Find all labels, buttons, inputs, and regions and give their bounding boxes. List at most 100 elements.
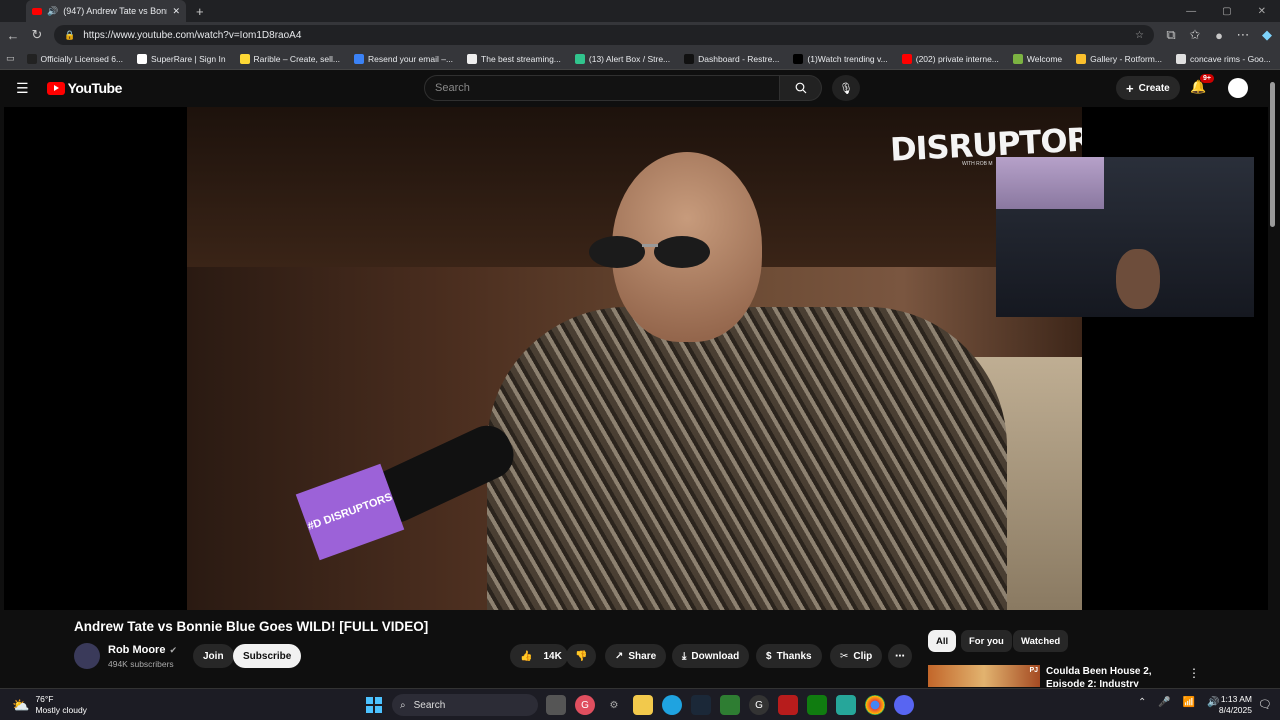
browser-tab[interactable]: 🔊 (947) Andrew Tate vs Bonnie ✕ xyxy=(26,0,186,22)
favorites-icon[interactable]: ✩ xyxy=(1188,27,1202,43)
tray-chevron-icon[interactable]: ⌃ xyxy=(1138,697,1146,708)
youtube-header: ☰ YouTube Search 🎙 + Create 🔔 9+ xyxy=(0,70,1280,106)
gamepass-icon[interactable] xyxy=(807,695,827,715)
chrome-icon[interactable] xyxy=(865,695,885,715)
download-button[interactable]: ⤓ Download xyxy=(672,644,750,668)
recommendation-thumbnail[interactable]: PJ xyxy=(928,665,1040,687)
channel-avatar[interactable] xyxy=(74,643,100,669)
speaker-icon[interactable]: 🔊 xyxy=(47,6,58,17)
subscribe-button[interactable]: Subscribe xyxy=(233,644,302,668)
youtube-logo[interactable]: YouTube xyxy=(46,80,122,96)
bookmark-item[interactable]: Dashboard - Restre... xyxy=(684,53,779,64)
refresh-icon[interactable]: ↻ xyxy=(30,27,44,43)
edge-icon[interactable] xyxy=(662,695,682,715)
recommendation-title[interactable]: Coulda Been House 2, Episode 2: Industry xyxy=(1046,665,1181,687)
taskbar-search[interactable]: ⌕ Search xyxy=(392,694,538,716)
chip-for-you[interactable]: For you xyxy=(961,630,1012,652)
video-frame: #D DISRUPTORS DISRUPTORS WITH ROB M xyxy=(187,107,1082,610)
wifi-icon[interactable]: 📶 xyxy=(1183,697,1195,708)
xbox-app-icon[interactable] xyxy=(720,695,740,715)
thumbs-up-icon: 👍 xyxy=(520,650,533,662)
notification-center-icon[interactable]: 🗨 xyxy=(1258,698,1272,711)
close-window-icon[interactable]: ✕ xyxy=(1258,6,1266,17)
system-tray: ⌃ 🎤 📶 🔊 xyxy=(1138,697,1220,708)
bookmark-item[interactable]: Resend your email –... xyxy=(354,53,453,64)
bookmark-favicon-icon xyxy=(901,53,912,64)
bookmarks-bar: ▭ Officially Licensed 6... SuperRare | Si… xyxy=(0,48,1280,70)
tray-mic-icon[interactable]: 🎤 xyxy=(1158,697,1170,708)
video-player[interactable]: #D DISRUPTORS DISRUPTORS WITH ROB M xyxy=(4,107,1268,610)
copilot-icon[interactable]: ◆ xyxy=(1260,27,1274,43)
create-button[interactable]: + Create xyxy=(1116,76,1180,100)
scrollbar-thumb[interactable] xyxy=(1270,82,1275,227)
bookmark-item[interactable]: Welcome xyxy=(1012,53,1062,64)
cloud-icon: ⛅ xyxy=(12,696,30,713)
app-g2-icon[interactable]: G xyxy=(749,695,769,715)
chip-all[interactable]: All xyxy=(928,630,957,652)
create-label: Create xyxy=(1138,82,1170,94)
page-scrollbar[interactable] xyxy=(1269,70,1277,685)
chip-watched[interactable]: Watched xyxy=(1013,630,1069,652)
address-bar-row: ← ↻ 🔒 https://www.youtube.com/watch?v=Io… xyxy=(0,22,1280,48)
taskbar-apps: G ⚙ G xyxy=(546,695,914,715)
tab-title: (947) Andrew Tate vs Bonnie xyxy=(63,6,168,16)
profile-icon[interactable]: ● xyxy=(1212,28,1226,43)
address-bar[interactable]: 🔒 https://www.youtube.com/watch?v=Iom1D8… xyxy=(54,25,1154,45)
task-view-icon[interactable] xyxy=(546,695,566,715)
media-app-icon[interactable] xyxy=(836,695,856,715)
bookmark-item[interactable]: The best streaming... xyxy=(467,53,561,64)
youtube-favicon-icon xyxy=(32,7,42,15)
extensions-icon[interactable]: ⧉ xyxy=(1164,27,1178,43)
bookmark-item[interactable]: Gallery - Rotform... xyxy=(1076,53,1162,64)
system-clock[interactable]: 1:13 AM 8/4/2025 xyxy=(1212,694,1252,716)
settings-icon[interactable]: ⚙ xyxy=(604,695,624,715)
verified-icon: ✔ xyxy=(169,644,177,655)
channel-name-text: Rob Moore xyxy=(108,644,166,656)
weather-condition: Mostly cloudy xyxy=(35,705,87,715)
channel-name[interactable]: Rob Moore ✔ xyxy=(108,644,177,656)
bookmark-favicon-icon xyxy=(684,53,695,64)
user-avatar[interactable] xyxy=(1228,78,1248,98)
bookmark-favicon-icon xyxy=(1175,53,1186,64)
weather-widget[interactable]: ⛅ 76°F Mostly cloudy xyxy=(12,694,87,716)
discord-icon[interactable] xyxy=(894,695,914,715)
close-tab-icon[interactable]: ✕ xyxy=(172,6,180,17)
news-app-icon[interactable] xyxy=(778,695,798,715)
recommendation-menu-icon[interactable]: ⋮ xyxy=(1188,666,1200,680)
bookmark-item[interactable]: (1)Watch trending v... xyxy=(793,53,888,64)
bookmark-label: The best streaming... xyxy=(481,53,561,64)
share-button[interactable]: ↗ Share xyxy=(605,644,667,668)
back-icon[interactable]: ← xyxy=(6,28,20,43)
join-button[interactable]: Join xyxy=(193,644,234,668)
thanks-button[interactable]: $ Thanks xyxy=(756,644,822,668)
new-tab-icon[interactable]: + xyxy=(196,4,204,19)
steam-icon[interactable] xyxy=(691,695,711,715)
clock-time: 1:13 AM xyxy=(1220,694,1252,704)
thanks-icon: $ xyxy=(766,650,772,662)
bookmark-item[interactable]: concave rims - Goo... xyxy=(1175,53,1271,64)
bookmark-item[interactable]: Rarible – Create, sell... xyxy=(239,53,340,64)
more-menu-icon[interactable]: ⋯ xyxy=(1236,27,1250,43)
bookmark-item[interactable]: Officially Licensed 6... xyxy=(26,53,123,64)
dislike-button[interactable]: 👎 xyxy=(566,644,597,668)
webcam-person xyxy=(1116,249,1160,309)
search-input[interactable]: Search xyxy=(424,75,781,101)
star-icon[interactable]: ☆ xyxy=(1135,30,1144,41)
search-button[interactable] xyxy=(780,75,822,101)
app-g-icon[interactable]: G xyxy=(575,695,595,715)
bookmark-item[interactable]: SuperRare | Sign In xyxy=(137,53,226,64)
bookmark-item[interactable]: (202) private interne... xyxy=(901,53,999,64)
like-button[interactable]: 👍 14K xyxy=(510,644,568,668)
bookmark-item[interactable]: (13) Alert Box / Stre... xyxy=(574,53,670,64)
voice-search-button[interactable]: 🎙 xyxy=(832,75,860,101)
file-explorer-icon[interactable] xyxy=(633,695,653,715)
clip-button[interactable]: ✂ Clip xyxy=(830,644,883,668)
more-actions-button[interactable]: ⋯ xyxy=(888,644,912,668)
maximize-icon[interactable]: ▢ xyxy=(1222,6,1231,17)
bookmark-favicon-icon xyxy=(1012,53,1023,64)
clock-date: 8/4/2025 xyxy=(1218,705,1252,715)
bookmarks-menu-icon[interactable]: ▭ xyxy=(6,53,15,64)
start-button-icon[interactable] xyxy=(366,697,382,713)
hamburger-menu-icon[interactable]: ☰ xyxy=(16,80,29,97)
minimize-icon[interactable]: — xyxy=(1186,6,1196,17)
